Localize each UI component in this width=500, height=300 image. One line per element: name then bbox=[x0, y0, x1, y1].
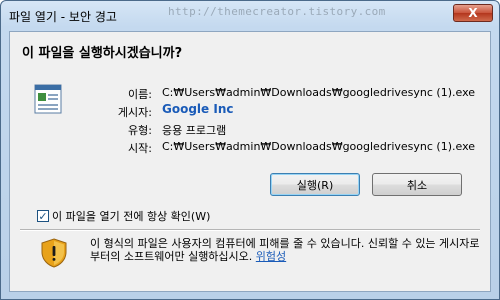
from-value: C:₩Users₩admin₩Downloads₩googledrivesync… bbox=[162, 140, 476, 153]
risk-link[interactable]: 위험성 bbox=[256, 250, 286, 263]
close-button[interactable]: X bbox=[453, 4, 493, 22]
security-warning-dialog: 파일 열기 - 보안 경고 http://themecreator.tistor… bbox=[0, 0, 500, 300]
checkmark-icon: ✓ bbox=[38, 209, 48, 223]
title-bar[interactable]: 파일 열기 - 보안 경고 http://themecreator.tistor… bbox=[1, 1, 499, 31]
window-title: 파일 열기 - 보안 경고 bbox=[9, 10, 117, 24]
shield-warning-icon bbox=[41, 238, 67, 268]
name-value: C:₩Users₩admin₩Downloads₩googledrivesync… bbox=[162, 86, 476, 99]
always-ask-option[interactable]: ✓ 이 파일을 열기 전에 항상 확인(W) bbox=[37, 208, 210, 224]
always-ask-label: 이 파일을 열기 전에 항상 확인(W) bbox=[52, 210, 211, 223]
watermark-text: http://themecreator.tistory.com bbox=[168, 5, 386, 18]
dialog-body: 이 파일을 실행하시겠습니까? 이름: C:₩Users₩admin₩Downl… bbox=[9, 31, 491, 292]
publisher-link[interactable]: Google Inc bbox=[162, 102, 233, 116]
always-ask-checkbox[interactable]: ✓ bbox=[37, 210, 49, 222]
publisher-value: Google Inc bbox=[162, 102, 233, 116]
application-file-icon bbox=[34, 84, 62, 114]
cancel-button[interactable]: 취소 bbox=[372, 173, 462, 196]
type-value: 응용 프로그램 bbox=[162, 124, 227, 137]
publisher-label: 게시자: bbox=[117, 106, 152, 119]
from-label: 시작: bbox=[128, 142, 152, 155]
name-label: 이름: bbox=[128, 88, 152, 101]
dialog-question: 이 파일을 실행하시겠습니까? bbox=[22, 46, 183, 61]
divider bbox=[20, 229, 480, 231]
run-button[interactable]: 실행(R) bbox=[270, 173, 360, 196]
warning-message: 이 형식의 파일은 사용자의 컴퓨터에 피해를 줄 수 있습니다. 신뢰할 수 … bbox=[90, 237, 480, 263]
type-label: 유형: bbox=[128, 124, 152, 137]
